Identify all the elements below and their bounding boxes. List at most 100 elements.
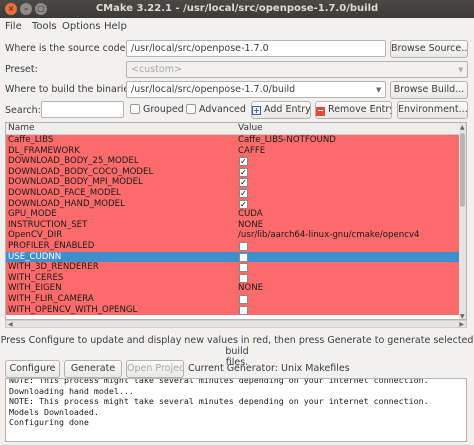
- scroll-right-icon[interactable]: ▶: [459, 321, 464, 328]
- log-lines: NOTE: This process might take several mi…: [9, 378, 466, 428]
- remove-entry-label: Remove Entry: [328, 104, 392, 115]
- value-checkbox[interactable]: ✓: [239, 167, 248, 177]
- table-row[interactable]: PROFILER_ENABLED: [6, 241, 461, 252]
- browse-source-button[interactable]: Browse Source...: [390, 40, 468, 58]
- browse-build-button[interactable]: Browse Build...: [390, 81, 468, 99]
- preset-dropdown[interactable]: <custom>: [126, 61, 468, 78]
- remove-entry-button[interactable]: − Remove Entry: [315, 101, 392, 119]
- log-line: NOTE: This process might take several mi…: [9, 378, 429, 385]
- build-path-dropdown[interactable]: /usr/local/src/openpose-1.7.0/build: [126, 81, 386, 98]
- cell-name: INSTRUCTION_SET: [8, 219, 88, 230]
- cell-name: DOWNLOAD_HAND_MODEL: [8, 198, 125, 209]
- remove-icon: −: [316, 106, 325, 116]
- menu-tools[interactable]: Tools: [32, 21, 57, 32]
- output-log[interactable]: NOTE: This process might take several mi…: [5, 378, 467, 442]
- add-entry-button[interactable]: + Add Entry: [251, 101, 311, 119]
- scroll-up-icon[interactable]: ▲: [460, 124, 465, 131]
- cell-name: WITH_CERES: [8, 272, 64, 283]
- log-line: Models Downloaded.: [9, 406, 99, 417]
- scroll-left-icon[interactable]: ◀: [8, 321, 13, 328]
- table-row[interactable]: WITH_3D_RENDERER: [6, 262, 461, 273]
- cell-name: OpenCV_DIR: [8, 230, 63, 241]
- cell-name: DOWNLOAD_BODY_COCO_MODEL: [8, 166, 154, 177]
- table-row[interactable]: WITH_EIGEN NONE: [6, 283, 461, 294]
- table-row[interactable]: WITH_OPENCV_WITH_OPENGL: [6, 304, 461, 316]
- cell-name: DOWNLOAD_FACE_MODEL: [8, 188, 121, 198]
- title-bar: × – □ CMake 3.22.1 - /usr/local/src/open…: [0, 0, 474, 18]
- value-checkbox[interactable]: [239, 242, 248, 251]
- grouped-checkbox[interactable]: [130, 104, 140, 114]
- vertical-scrollbar[interactable]: ▲ ▼: [459, 123, 466, 319]
- table-row[interactable]: INSTRUCTION_SET NONE: [6, 219, 461, 231]
- cell-value[interactable]: Caffe_LIBS-NOTFOUND: [238, 135, 336, 146]
- table-row[interactable]: USE_CUDNN: [6, 251, 461, 263]
- cell-name: GPU_MODE: [8, 209, 57, 220]
- value-checkbox[interactable]: ✓: [239, 189, 248, 198]
- build-path-value: /usr/local/src/openpose-1.7.0/build: [131, 84, 296, 95]
- grouped-label: Grouped: [143, 104, 184, 115]
- cell-name: WITH_FLIR_CAMERA: [8, 294, 94, 304]
- log-line: NOTE: This process might take several mi…: [9, 396, 429, 406]
- value-checkbox[interactable]: [239, 305, 248, 315]
- cell-name: DL_FRAMEWORK: [8, 145, 80, 156]
- configure-button[interactable]: Configure: [5, 360, 60, 378]
- generate-button[interactable]: Generate: [64, 360, 122, 378]
- window-title: CMake 3.22.1 - /usr/local/src/openpose-1…: [95, 3, 379, 14]
- cell-value[interactable]: CAFFE: [238, 146, 265, 157]
- preset-value: <custom>: [131, 64, 182, 75]
- add-icon: +: [252, 106, 261, 115]
- table-row[interactable]: DOWNLOAD_FACE_MODEL ✓: [6, 188, 461, 199]
- source-label: Where is the source code:: [5, 43, 129, 54]
- header-value[interactable]: Value: [238, 123, 263, 133]
- menu-bar: File Tools Options Help: [0, 18, 474, 36]
- cell-name: DOWNLOAD_BODY_25_MODEL: [8, 156, 139, 167]
- header-name[interactable]: Name: [8, 123, 35, 133]
- table-row[interactable]: Caffe_LIBS Caffe_LIBS-NOTFOUND: [6, 135, 461, 146]
- table-row[interactable]: DOWNLOAD_BODY_COCO_MODEL ✓: [6, 166, 461, 178]
- chevron-down-icon: ▼: [458, 66, 464, 74]
- menu-file[interactable]: File: [5, 21, 22, 32]
- table-row[interactable]: DOWNLOAD_HAND_MODEL ✓: [6, 198, 461, 210]
- cell-value[interactable]: /usr/lib/aarch64-linux-gnu/cmake/opencv4: [238, 230, 420, 241]
- build-label: Where to build the binaries:: [5, 84, 138, 95]
- table-row[interactable]: DL_FRAMEWORK CAFFE: [6, 145, 461, 157]
- cell-name: Caffe_LIBS: [8, 135, 54, 145]
- cell-name: WITH_EIGEN: [8, 283, 62, 294]
- cell-value[interactable]: CUDA: [238, 209, 263, 220]
- environment-button[interactable]: Environment...: [397, 101, 468, 119]
- scroll-down-icon[interactable]: ▼: [460, 313, 465, 319]
- table-row[interactable]: WITH_FLIR_CAMERA: [6, 294, 461, 305]
- value-checkbox[interactable]: [239, 263, 248, 273]
- cell-name: USE_CUDNN: [8, 251, 62, 262]
- search-input[interactable]: [41, 101, 124, 118]
- cache-table: Name Value Caffe_LIBS Caffe_LIBS-NOTFOUND…: [5, 122, 467, 320]
- preset-label: Preset:: [5, 64, 38, 75]
- source-path-field[interactable]: /usr/local/src/openpose-1.7.0: [126, 40, 386, 57]
- table-row[interactable]: DOWNLOAD_BODY_MPI_MODEL ✓: [6, 177, 461, 188]
- info-line-1: Press Configure to update and display ne…: [0, 335, 474, 357]
- table-row[interactable]: OpenCV_DIR/usr/lib/aarch64-linux-gnu/cma…: [6, 230, 461, 241]
- value-checkbox[interactable]: ✓: [239, 157, 248, 167]
- cell-value[interactable]: NONE: [238, 220, 263, 231]
- menu-help[interactable]: Help: [104, 21, 127, 32]
- table-header: Name Value: [6, 123, 461, 135]
- log-line: Configuring done: [9, 417, 89, 427]
- value-checkbox[interactable]: [239, 295, 248, 304]
- open-project-button[interactable]: Open Project: [126, 360, 184, 378]
- table-row[interactable]: DOWNLOAD_BODY_25_MODEL ✓: [6, 156, 461, 167]
- advanced-checkbox[interactable]: [186, 104, 196, 114]
- cell-name: PROFILER_ENABLED: [8, 241, 95, 251]
- table-row[interactable]: GPU_MODE CUDA: [6, 209, 461, 220]
- horizontal-scrollbar[interactable]: ◀ ▶: [5, 320, 467, 328]
- value-checkbox[interactable]: [239, 252, 248, 262]
- cell-name: WITH_3D_RENDERER: [8, 262, 99, 273]
- value-checkbox[interactable]: [239, 273, 248, 283]
- cell-name: WITH_OPENCV_WITH_OPENGL: [8, 304, 138, 315]
- chevron-down-icon: ▼: [376, 86, 382, 94]
- value-checkbox[interactable]: ✓: [239, 199, 248, 209]
- scroll-thumb[interactable]: [460, 133, 465, 207]
- cell-value[interactable]: NONE: [238, 283, 263, 294]
- value-checkbox[interactable]: ✓: [239, 178, 248, 188]
- table-row[interactable]: WITH_CERES: [6, 272, 461, 284]
- menu-options[interactable]: Options: [62, 21, 101, 32]
